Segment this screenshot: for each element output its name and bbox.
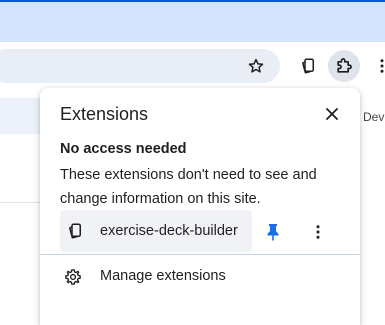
- page-partial-text: Dev: [363, 110, 385, 124]
- popup-title: Extensions: [60, 104, 149, 124]
- more-vert-icon: [380, 59, 384, 73]
- bookmark-button[interactable]: [245, 55, 267, 77]
- close-icon: [326, 108, 338, 120]
- extension-item[interactable]: exercise-deck-builder: [60, 210, 252, 252]
- manage-extensions-label: Manage extensions: [100, 268, 226, 284]
- page-sidebar-highlight: [0, 98, 40, 134]
- extension-more-button[interactable]: [307, 221, 329, 243]
- gear-icon: [63, 267, 83, 287]
- star-icon: [248, 58, 264, 73]
- extensions-button[interactable]: [328, 50, 360, 82]
- more-vert-icon: [316, 225, 320, 239]
- section-description: These extensions don't need to see and c…: [60, 167, 317, 207]
- puzzle-icon: [337, 58, 352, 73]
- section-title: No access needed: [60, 141, 187, 157]
- cards-icon: [302, 58, 314, 74]
- pin-button[interactable]: [262, 221, 284, 243]
- popup-divider: [40, 254, 360, 255]
- extension-name: exercise-deck-builder: [100, 223, 238, 239]
- close-button[interactable]: [320, 102, 344, 126]
- cards-icon: [65, 221, 85, 241]
- address-bar[interactable]: [0, 49, 280, 83]
- browser-toolbar: [0, 42, 385, 90]
- tab-strip: [0, 0, 385, 42]
- extensions-popup: Extensions No access needed These extens…: [40, 88, 360, 325]
- manage-extensions-button[interactable]: Manage extensions: [40, 258, 360, 296]
- pin-icon: [267, 224, 279, 241]
- exercise-deck-builder-toolbar-button[interactable]: [294, 52, 322, 80]
- page-divider: [0, 202, 40, 203]
- browser-menu-button[interactable]: [368, 52, 385, 80]
